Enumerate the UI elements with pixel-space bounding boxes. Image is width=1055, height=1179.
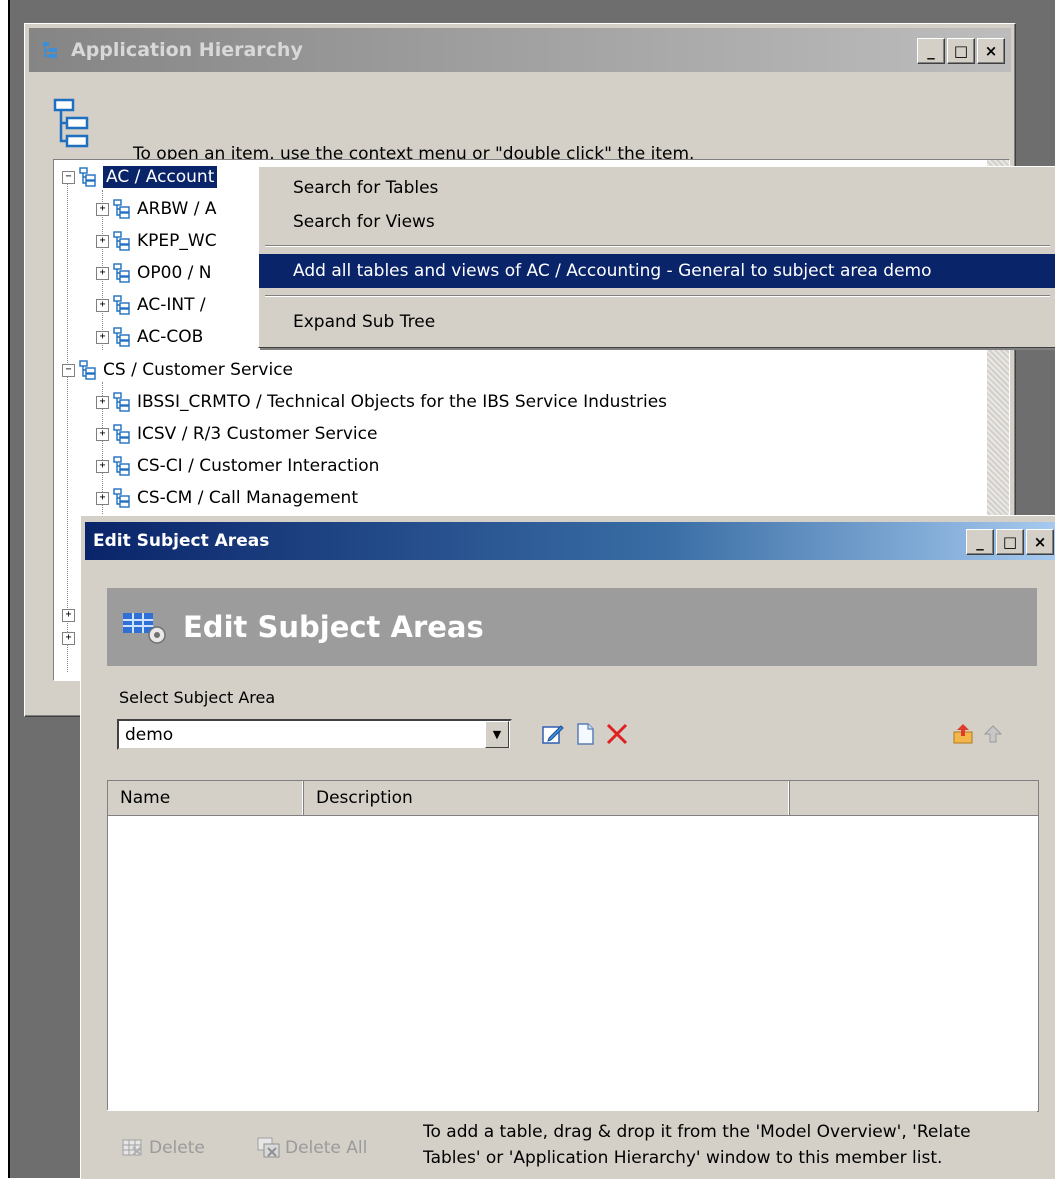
expand-toggle[interactable]: + bbox=[96, 234, 109, 248]
delete-all-icon bbox=[257, 1137, 280, 1158]
window-controls: _ □ × bbox=[917, 38, 1005, 64]
hierarchy-node-icon bbox=[113, 295, 130, 315]
application-hierarchy-titlebar[interactable]: Application Hierarchy _ □ × bbox=[29, 28, 1011, 72]
close-button[interactable]: × bbox=[977, 38, 1005, 64]
instructions-line-2: Tables' or 'Application Hierarchy' windo… bbox=[423, 1148, 943, 1168]
maximize-button[interactable]: □ bbox=[947, 38, 975, 64]
edit-icon[interactable] bbox=[541, 722, 565, 746]
tree-node[interactable]: + bbox=[62, 623, 75, 653]
hierarchy-node-icon bbox=[79, 167, 96, 187]
hierarchy-node-icon bbox=[113, 199, 130, 219]
panel-footer: Delete Delete All To add a table, drag &… bbox=[107, 1110, 1037, 1171]
tree-node[interactable]: + ICSV / R/3 Customer Service bbox=[96, 419, 377, 449]
panel-banner: Edit Subject Areas bbox=[107, 588, 1037, 666]
edit-subject-areas-titlebar[interactable]: Edit Subject Areas _ □ × bbox=[85, 522, 1055, 560]
tree-node-label: AC-COB bbox=[137, 327, 204, 347]
minimize-button[interactable]: _ bbox=[917, 38, 945, 64]
tree-guide-line bbox=[67, 178, 68, 373]
column-header-description[interactable]: Description bbox=[304, 781, 790, 815]
subject-area-select[interactable]: demo ▼ bbox=[117, 719, 512, 750]
tree-node[interactable]: + IBSSI_CRMTO / Technical Objects for th… bbox=[96, 387, 667, 417]
chevron-down-icon[interactable]: ▼ bbox=[485, 721, 509, 748]
tree-node-label: KPEP_WC bbox=[137, 231, 217, 251]
expand-toggle[interactable]: + bbox=[96, 330, 109, 344]
hierarchy-node-icon bbox=[113, 231, 130, 251]
tree-node[interactable]: + CS-CI / Customer Interaction bbox=[96, 451, 379, 481]
edit-subject-areas-panel: Edit Subject Areas Select Subject Area d… bbox=[107, 580, 1039, 1171]
tree-node-label: ICSV / R/3 Customer Service bbox=[137, 424, 378, 444]
menu-item-add-all-to-subject-area[interactable]: Add all tables and views of AC / Account… bbox=[259, 254, 1055, 288]
context-menu: Search for Tables Search for Views Add a… bbox=[258, 166, 1055, 348]
panel-title: Edit Subject Areas bbox=[183, 610, 484, 644]
expand-toggle[interactable]: + bbox=[96, 202, 109, 216]
delete-button[interactable]: Delete bbox=[121, 1137, 205, 1159]
tree-node[interactable]: + OP00 / N bbox=[96, 258, 212, 288]
tree-node[interactable]: + AC-INT / bbox=[96, 290, 206, 320]
tree-node-label: ARBW / A bbox=[137, 199, 217, 219]
tree-node-label: CS-CI / Customer Interaction bbox=[137, 456, 380, 476]
hierarchy-large-icon bbox=[53, 98, 89, 148]
collapse-toggle[interactable]: − bbox=[62, 170, 75, 184]
table-header: Name Description bbox=[108, 781, 1038, 816]
menu-separator bbox=[265, 295, 1050, 297]
tree-node[interactable]: + CS-CM / Call Management bbox=[96, 483, 358, 513]
import-icon[interactable] bbox=[951, 722, 975, 746]
delete-icon[interactable] bbox=[605, 722, 629, 746]
expand-toggle[interactable]: + bbox=[96, 298, 109, 312]
menu-separator bbox=[265, 245, 1050, 247]
tree-node[interactable]: + KPEP_WC bbox=[96, 226, 217, 256]
expand-toggle[interactable]: + bbox=[96, 266, 109, 280]
tree-node-label: AC-INT / bbox=[137, 295, 206, 315]
expand-toggle[interactable]: + bbox=[96, 459, 109, 473]
column-header-name[interactable]: Name bbox=[108, 781, 304, 815]
maximize-button[interactable]: □ bbox=[996, 529, 1024, 555]
expand-toggle[interactable]: + bbox=[96, 491, 109, 505]
new-document-icon[interactable] bbox=[573, 722, 597, 746]
close-button[interactable]: × bbox=[1026, 529, 1054, 555]
hierarchy-node-icon bbox=[79, 360, 96, 380]
tree-node-label: CS-CM / Call Management bbox=[137, 488, 358, 508]
tree-node-ac-accounting[interactable]: − AC / Account bbox=[62, 162, 218, 192]
window-title: Edit Subject Areas bbox=[93, 531, 270, 551]
export-arrow-icon[interactable] bbox=[981, 722, 1005, 746]
tree-node-label: CS / Customer Service bbox=[103, 360, 294, 380]
menu-item-expand-sub-tree[interactable]: Expand Sub Tree bbox=[259, 305, 1055, 339]
delete-all-button[interactable]: Delete All bbox=[257, 1137, 367, 1159]
tree-node[interactable]: + ARBW / A bbox=[96, 194, 216, 224]
menu-item-search-views[interactable]: Search for Views bbox=[259, 205, 1055, 239]
expand-toggle[interactable]: + bbox=[62, 608, 75, 622]
delete-all-label: Delete All bbox=[285, 1138, 368, 1158]
hierarchy-node-icon bbox=[113, 392, 130, 412]
menu-item-search-tables[interactable]: Search for Tables bbox=[259, 171, 1055, 205]
delete-label: Delete bbox=[149, 1138, 205, 1158]
hierarchy-node-icon bbox=[113, 488, 130, 508]
edit-subject-areas-window: Edit Subject Areas _ □ × Edit Subject Ar… bbox=[80, 515, 1055, 1179]
hierarchy-node-icon bbox=[113, 327, 130, 347]
tree-node-label: AC / Account bbox=[103, 166, 218, 188]
hierarchy-node-icon bbox=[113, 263, 130, 283]
selected-subject-area: demo bbox=[125, 724, 174, 745]
hierarchy-icon bbox=[43, 42, 57, 58]
tree-node-cs-customer-service[interactable]: − CS / Customer Service bbox=[62, 355, 293, 385]
tree-node[interactable]: + AC-COB bbox=[96, 322, 203, 352]
delete-row-icon bbox=[122, 1139, 142, 1156]
window-controls: _ □ × bbox=[966, 529, 1054, 555]
drag-drop-instructions: To add a table, drag & drop it from the … bbox=[423, 1119, 1043, 1171]
member-table[interactable]: Name Description bbox=[107, 780, 1039, 1112]
expand-toggle[interactable]: + bbox=[96, 427, 109, 441]
collapse-toggle[interactable]: − bbox=[62, 363, 75, 377]
tree-node-label: IBSSI_CRMTO / Technical Objects for the … bbox=[137, 392, 668, 412]
window-title: Application Hierarchy bbox=[71, 39, 303, 61]
tree-node-label: OP00 / N bbox=[137, 263, 212, 283]
expand-toggle[interactable]: + bbox=[96, 395, 109, 409]
subject-area-icon bbox=[123, 613, 166, 644]
hierarchy-node-icon bbox=[113, 424, 130, 444]
minimize-button[interactable]: _ bbox=[966, 529, 994, 555]
instructions-line-1: To add a table, drag & drop it from the … bbox=[423, 1122, 971, 1142]
hierarchy-node-icon bbox=[113, 456, 130, 476]
select-subject-area-label: Select Subject Area bbox=[119, 688, 276, 707]
expand-toggle[interactable]: + bbox=[62, 631, 75, 645]
